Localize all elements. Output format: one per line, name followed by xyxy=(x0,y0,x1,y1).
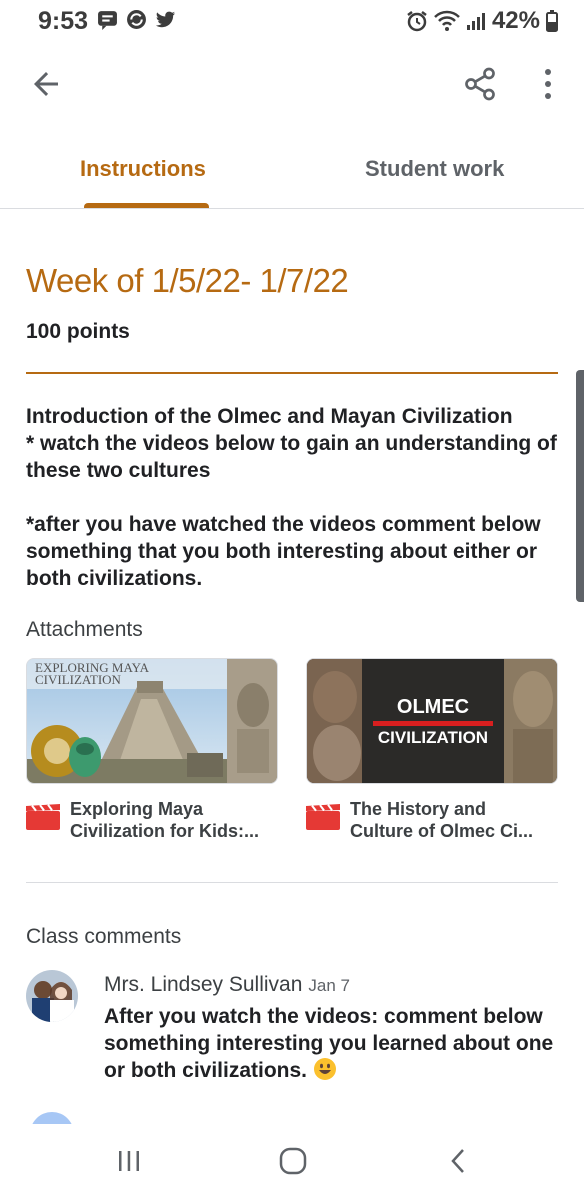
attachment-card-olmec[interactable]: OLMEC CIVILIZATION The History and Cultu… xyxy=(306,658,558,842)
video-icon xyxy=(306,804,340,830)
system-nav-bar xyxy=(0,1124,584,1200)
olmec-thumbnail-image: OLMEC CIVILIZATION xyxy=(307,659,557,783)
tab-instructions[interactable]: Instructions xyxy=(80,156,206,182)
svg-text:CIVILIZATION: CIVILIZATION xyxy=(35,672,122,687)
signal-icon xyxy=(466,13,485,30)
assignment-points: 100 points xyxy=(26,320,130,343)
back-arrow-icon[interactable] xyxy=(28,66,64,102)
video-icon xyxy=(26,804,60,830)
svg-text:CIVILIZATION: CIVILIZATION xyxy=(378,728,488,747)
attachment-thumbnail[interactable]: EXPLORING MAYA CIVILIZATION xyxy=(26,658,278,784)
battery-icon xyxy=(546,10,558,32)
alarm-icon xyxy=(407,11,427,32)
class-comments-header: Class comments xyxy=(26,925,182,948)
attachment-card-maya[interactable]: EXPLORING MAYA CIVILIZATION Exploring Ma… xyxy=(26,658,278,842)
avatar-photo xyxy=(26,970,78,1022)
battery-percent: 42% xyxy=(491,7,540,34)
tab-student-work[interactable]: Student work xyxy=(365,156,504,182)
message-icon xyxy=(98,11,117,30)
nav-back-icon[interactable] xyxy=(444,1146,474,1176)
comment-author: Mrs. Lindsey Sullivan Jan 7 xyxy=(104,973,350,997)
avatar[interactable] xyxy=(26,970,78,1022)
active-tab-indicator xyxy=(84,203,209,208)
system-indicators: 42% xyxy=(406,7,558,35)
comments-divider xyxy=(26,882,558,883)
tab-bar: Instructions Student work xyxy=(0,136,584,209)
app-bar xyxy=(0,52,584,116)
assignment-description: Introduction of the Olmec and Mayan Civi… xyxy=(26,405,557,590)
thumb-text-olmec: OLMEC xyxy=(397,696,469,718)
comment-date: Jan 7 xyxy=(308,976,351,995)
notification-icons xyxy=(97,9,176,30)
share-icon[interactable] xyxy=(462,64,498,104)
smiley-emoji-icon xyxy=(313,1058,336,1080)
comment-author-name: Mrs. Lindsey Sullivan xyxy=(104,973,303,996)
wifi-icon xyxy=(434,10,460,31)
attachments-header: Attachments xyxy=(26,618,143,641)
more-options-icon[interactable] xyxy=(536,66,560,102)
assignment-title: Week of 1/5/22- 1/7/22 xyxy=(26,262,349,299)
scrollbar-thumb[interactable] xyxy=(576,370,584,602)
maya-thumbnail-image: EXPLORING MAYA CIVILIZATION xyxy=(27,659,277,783)
recent-apps-icon[interactable] xyxy=(114,1146,144,1176)
sync-icon xyxy=(127,10,146,29)
status-time: 9:53 xyxy=(38,7,89,35)
title-divider xyxy=(26,372,558,374)
status-bar: 9:53 42% xyxy=(0,0,584,40)
attachment-title[interactable]: The History and Culture of Olmec Ci... xyxy=(350,798,550,842)
comment-text: After you watch the videos: comment belo… xyxy=(104,1003,554,1084)
attachment-title[interactable]: Exploring Maya Civilization for Kids:... xyxy=(70,798,270,842)
attachment-thumbnail[interactable]: OLMEC CIVILIZATION xyxy=(306,658,558,784)
home-icon[interactable] xyxy=(278,1146,308,1176)
twitter-icon xyxy=(155,11,176,28)
